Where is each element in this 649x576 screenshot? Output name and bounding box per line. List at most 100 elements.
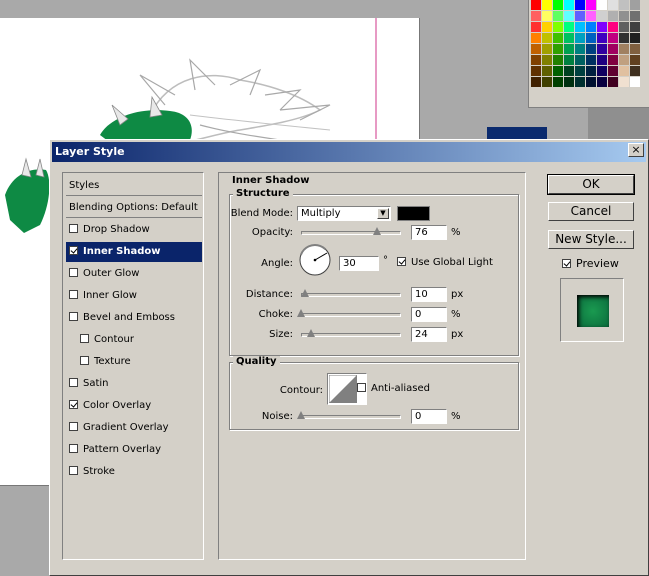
style-item-gradient-overlay[interactable]: Gradient Overlay — [66, 418, 202, 438]
anti-aliased-checkbox[interactable] — [357, 383, 366, 392]
contour-checkbox[interactable] — [80, 334, 89, 343]
color-swatch[interactable] — [619, 55, 629, 65]
size-slider-track[interactable] — [301, 333, 401, 337]
bevel-and-emboss-checkbox[interactable] — [69, 312, 78, 321]
color-swatch[interactable] — [608, 66, 618, 76]
inner-shadow-checkbox[interactable] — [69, 246, 78, 255]
color-swatch[interactable] — [597, 22, 607, 32]
styles-header[interactable]: Styles — [66, 176, 202, 196]
color-swatch[interactable] — [586, 77, 596, 87]
color-swatch[interactable] — [597, 33, 607, 43]
color-swatch[interactable] — [608, 22, 618, 32]
pattern-overlay-checkbox[interactable] — [69, 444, 78, 453]
opacity-input[interactable]: 76 — [411, 225, 447, 240]
stroke-checkbox[interactable] — [69, 466, 78, 475]
color-swatch[interactable] — [564, 0, 574, 10]
blending-options-item[interactable]: Blending Options: Default — [66, 198, 202, 218]
new-style-button[interactable]: New Style... — [548, 230, 634, 249]
color-swatch[interactable] — [630, 22, 640, 32]
color-swatch[interactable] — [542, 0, 552, 10]
swatch-grid[interactable] — [531, 0, 648, 92]
choke-slider-thumb[interactable] — [297, 309, 306, 318]
color-swatch[interactable] — [564, 22, 574, 32]
color-swatch[interactable] — [575, 22, 585, 32]
style-item-outer-glow[interactable]: Outer Glow — [66, 264, 202, 284]
color-swatch[interactable] — [531, 55, 541, 65]
color-swatch[interactable] — [630, 33, 640, 43]
opacity-slider-thumb[interactable] — [373, 227, 382, 236]
color-swatch[interactable] — [575, 55, 585, 65]
color-swatch[interactable] — [630, 0, 640, 10]
color-swatch[interactable] — [586, 0, 596, 10]
opacity-slider-track[interactable] — [301, 231, 401, 235]
color-swatch[interactable] — [597, 66, 607, 76]
color-swatch[interactable] — [608, 77, 618, 87]
blend-mode-select[interactable]: Multiply ▼ — [297, 206, 391, 221]
color-swatch[interactable] — [597, 0, 607, 10]
style-item-pattern-overlay[interactable]: Pattern Overlay — [66, 440, 202, 460]
color-swatch[interactable] — [542, 44, 552, 54]
color-swatch[interactable] — [586, 66, 596, 76]
color-swatch[interactable] — [619, 22, 629, 32]
color-swatch[interactable] — [531, 33, 541, 43]
color-swatch[interactable] — [630, 66, 640, 76]
color-swatch[interactable] — [630, 44, 640, 54]
color-swatch[interactable] — [575, 0, 585, 10]
shadow-color-swatch[interactable] — [397, 206, 430, 221]
color-swatch[interactable] — [597, 11, 607, 21]
drop-shadow-checkbox[interactable] — [69, 224, 78, 233]
color-swatch[interactable] — [608, 33, 618, 43]
color-swatch[interactable] — [575, 77, 585, 87]
color-swatch[interactable] — [619, 11, 629, 21]
color-swatch[interactable] — [586, 33, 596, 43]
color-swatch[interactable] — [542, 22, 552, 32]
color-swatch[interactable] — [586, 44, 596, 54]
color-swatch[interactable] — [553, 66, 563, 76]
style-item-stroke[interactable]: Stroke — [66, 462, 202, 482]
preview-checkbox[interactable] — [562, 259, 571, 268]
use-global-light-option[interactable]: Use Global Light — [397, 257, 493, 268]
color-swatch[interactable] — [630, 55, 640, 65]
color-swatch[interactable] — [586, 22, 596, 32]
inner-glow-checkbox[interactable] — [69, 290, 78, 299]
color-swatch[interactable] — [553, 77, 563, 87]
size-slider-thumb[interactable] — [307, 329, 316, 338]
color-swatch[interactable] — [564, 66, 574, 76]
angle-dial[interactable] — [298, 243, 332, 277]
color-swatch[interactable] — [608, 11, 618, 21]
preview-option[interactable]: Preview — [562, 257, 619, 270]
color-swatch[interactable] — [542, 77, 552, 87]
color-swatch[interactable] — [575, 33, 585, 43]
chevron-down-icon[interactable]: ▼ — [377, 208, 389, 219]
cancel-button[interactable]: Cancel — [548, 202, 634, 221]
color-swatch[interactable] — [531, 11, 541, 21]
color-swatch[interactable] — [597, 77, 607, 87]
noise-input[interactable]: 0 — [411, 409, 447, 424]
color-swatch[interactable] — [586, 11, 596, 21]
style-item-bevel-and-emboss[interactable]: Bevel and Emboss — [66, 308, 202, 328]
size-input[interactable]: 24 — [411, 327, 447, 342]
color-swatch[interactable] — [531, 22, 541, 32]
close-button[interactable]: × — [628, 143, 644, 157]
distance-slider-track[interactable] — [301, 293, 401, 297]
ok-button[interactable]: OK — [547, 174, 635, 195]
satin-checkbox[interactable] — [69, 378, 78, 387]
color-swatch[interactable] — [597, 44, 607, 54]
style-item-inner-shadow[interactable]: Inner Shadow — [66, 242, 202, 262]
color-swatch[interactable] — [630, 11, 640, 21]
color-swatch[interactable] — [553, 33, 563, 43]
color-swatch[interactable] — [619, 66, 629, 76]
noise-slider-track[interactable] — [301, 415, 401, 419]
use-global-light-checkbox[interactable] — [397, 257, 406, 266]
color-swatch[interactable] — [531, 77, 541, 87]
color-swatch[interactable] — [619, 44, 629, 54]
style-item-drop-shadow[interactable]: Drop Shadow — [66, 220, 202, 240]
color-swatch[interactable] — [553, 0, 563, 10]
color-swatch[interactable] — [553, 55, 563, 65]
texture-checkbox[interactable] — [80, 356, 89, 365]
color-swatch[interactable] — [531, 44, 541, 54]
color-swatch[interactable] — [619, 0, 629, 10]
color-swatch[interactable] — [608, 44, 618, 54]
style-item-satin[interactable]: Satin — [66, 374, 202, 394]
distance-input[interactable]: 10 — [411, 287, 447, 302]
